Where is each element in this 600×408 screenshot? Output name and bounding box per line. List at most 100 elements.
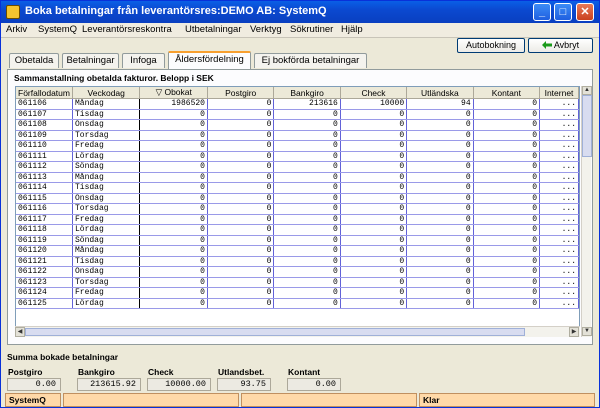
table-cell[interactable]: 0 (273, 287, 341, 299)
table-row[interactable]: 061110 Fredag 0 0 0 0 0 0... (16, 140, 579, 152)
table-cell[interactable]: ... (539, 256, 579, 267)
tab-betalningar[interactable]: Betalningar (62, 53, 119, 68)
table-cell[interactable]: 061114 (16, 182, 73, 194)
table-cell[interactable]: 0 (273, 151, 341, 162)
table-cell[interactable]: ... (539, 277, 579, 288)
table-row[interactable]: 061121 Tisdag 0 0 0 0 0 0... (16, 256, 579, 267)
table-cell[interactable]: 0 (340, 140, 408, 152)
table-cell[interactable]: 0 (473, 172, 541, 183)
table-cell[interactable]: 0 (473, 130, 541, 141)
table-cell[interactable]: 061120 (16, 245, 73, 257)
tab-obetalda[interactable]: Obetalda (9, 53, 59, 68)
table-cell[interactable]: 0 (340, 256, 408, 267)
table-cell[interactable]: 0 (473, 119, 541, 131)
table-cell[interactable]: 0 (406, 172, 474, 183)
column-header[interactable]: Veckodag (72, 87, 141, 99)
table-cell[interactable]: Söndag (72, 161, 141, 173)
table-cell[interactable]: Måndag (72, 98, 141, 110)
table-cell[interactable]: 0 (273, 224, 341, 236)
table-cell[interactable]: Lördag (72, 151, 141, 162)
table-cell[interactable]: ... (539, 172, 579, 183)
table-row[interactable]: 061115 Onsdag 0 0 0 0 0 0... (16, 193, 579, 204)
table-cell[interactable]: 0 (273, 235, 341, 246)
table-cell[interactable]: 0 (473, 235, 541, 246)
title-bar[interactable]: Boka betalningar från leverantörsres:DEM… (1, 1, 599, 23)
aging-grid[interactable]: Förfallodatum Veckodag ▽ Obokat Postgiro Ban… (15, 86, 580, 337)
table-cell[interactable]: 0 (473, 277, 541, 288)
table-cell[interactable]: Tisdag (72, 182, 141, 194)
table-cell[interactable]: 061113 (16, 172, 73, 183)
table-cell[interactable]: 0 (473, 298, 541, 309)
table-cell[interactable]: 0 (340, 182, 408, 194)
table-row[interactable]: 061109 Torsdag 0 0 0 0 0 0... (16, 130, 579, 141)
table-cell[interactable]: 0 (406, 119, 474, 131)
table-cell[interactable]: 0 (473, 224, 541, 236)
table-cell[interactable]: 061116 (16, 203, 73, 215)
table-row[interactable]: 061117 Fredag 0 0 0 0 0 0... (16, 214, 579, 225)
table-row[interactable]: 061111 Lördag 0 0 0 0 0 0... (16, 151, 579, 162)
horizontal-scrollbar[interactable]: ◀ ▶ (15, 326, 580, 337)
table-cell[interactable]: Lördag (72, 298, 141, 309)
table-cell[interactable]: 0 (473, 151, 541, 162)
table-cell[interactable]: 0 (207, 266, 275, 278)
table-cell[interactable]: Tisdag (72, 256, 141, 267)
table-cell[interactable]: Onsdag (72, 193, 141, 204)
table-cell[interactable]: 0 (406, 109, 474, 120)
table-cell[interactable]: 061115 (16, 193, 73, 204)
table-cell[interactable]: 0 (273, 119, 341, 131)
table-cell[interactable]: 94 (406, 98, 474, 110)
table-cell[interactable]: 0 (473, 287, 541, 299)
table-row[interactable]: 061123 Torsdag 0 0 0 0 0 0... (16, 277, 579, 288)
table-cell[interactable]: 061123 (16, 277, 73, 288)
table-cell[interactable]: 0 (139, 109, 208, 120)
table-cell[interactable]: 0 (340, 109, 408, 120)
table-row[interactable]: 061116 Torsdag 0 0 0 0 0 0... (16, 203, 579, 215)
table-row[interactable]: 061108 Onsdag 0 0 0 0 0 0... (16, 119, 579, 131)
table-cell[interactable]: 061109 (16, 130, 73, 141)
menu-leverantorsreskontra[interactable]: Leverantörsreskontra (82, 24, 172, 35)
table-cell[interactable]: ... (539, 109, 579, 120)
table-cell[interactable]: 0 (473, 182, 541, 194)
table-cell[interactable]: 0 (340, 298, 408, 309)
table-cell[interactable]: 0 (406, 130, 474, 141)
table-cell[interactable]: 0 (139, 119, 208, 131)
table-cell[interactable]: 0 (340, 214, 408, 225)
table-cell[interactable]: 061106 (16, 98, 73, 110)
table-cell[interactable]: 0 (139, 277, 208, 288)
table-cell[interactable]: Torsdag (72, 277, 141, 288)
vertical-scroll-thumb[interactable] (582, 95, 592, 157)
table-cell[interactable]: 0 (139, 287, 208, 299)
table-cell[interactable]: ... (539, 203, 579, 215)
table-cell[interactable]: ... (539, 224, 579, 236)
table-cell[interactable]: 0 (207, 161, 275, 173)
table-cell[interactable]: 0 (273, 203, 341, 215)
table-row[interactable]: 061124 Fredag 0 0 0 0 0 0... (16, 287, 579, 299)
autobokning-button[interactable]: Autobokning (457, 38, 525, 53)
table-cell[interactable]: 0 (473, 98, 541, 110)
table-cell[interactable]: 0 (273, 245, 341, 257)
table-cell[interactable]: 0 (340, 235, 408, 246)
table-cell[interactable]: 0 (207, 298, 275, 309)
table-cell[interactable]: 0 (406, 140, 474, 152)
table-cell[interactable]: ... (539, 119, 579, 131)
table-cell[interactable]: 0 (139, 172, 208, 183)
menu-utbetalningar[interactable]: Utbetalningar (185, 24, 242, 35)
tab-aldersfordelning[interactable]: Åldersfördelning (168, 51, 251, 69)
table-cell[interactable]: 061112 (16, 161, 73, 173)
table-cell[interactable]: 0 (139, 193, 208, 204)
table-cell[interactable]: 0 (406, 151, 474, 162)
table-cell[interactable]: 0 (207, 109, 275, 120)
table-cell[interactable]: 0 (139, 182, 208, 194)
table-cell[interactable]: 0 (340, 287, 408, 299)
table-cell[interactable]: Fredag (72, 140, 141, 152)
table-cell[interactable]: ... (539, 287, 579, 299)
menu-systemq[interactable]: SystemQ (38, 24, 77, 35)
table-cell[interactable]: 0 (473, 256, 541, 267)
table-cell[interactable]: 0 (406, 161, 474, 173)
table-cell[interactable]: 0 (340, 172, 408, 183)
table-row[interactable]: 061107 Tisdag 0 0 0 0 0 0... (16, 109, 579, 120)
table-cell[interactable]: 0 (340, 161, 408, 173)
column-header[interactable]: Internet (539, 87, 579, 99)
table-cell[interactable]: 061122 (16, 266, 73, 278)
table-cell[interactable]: 0 (473, 161, 541, 173)
